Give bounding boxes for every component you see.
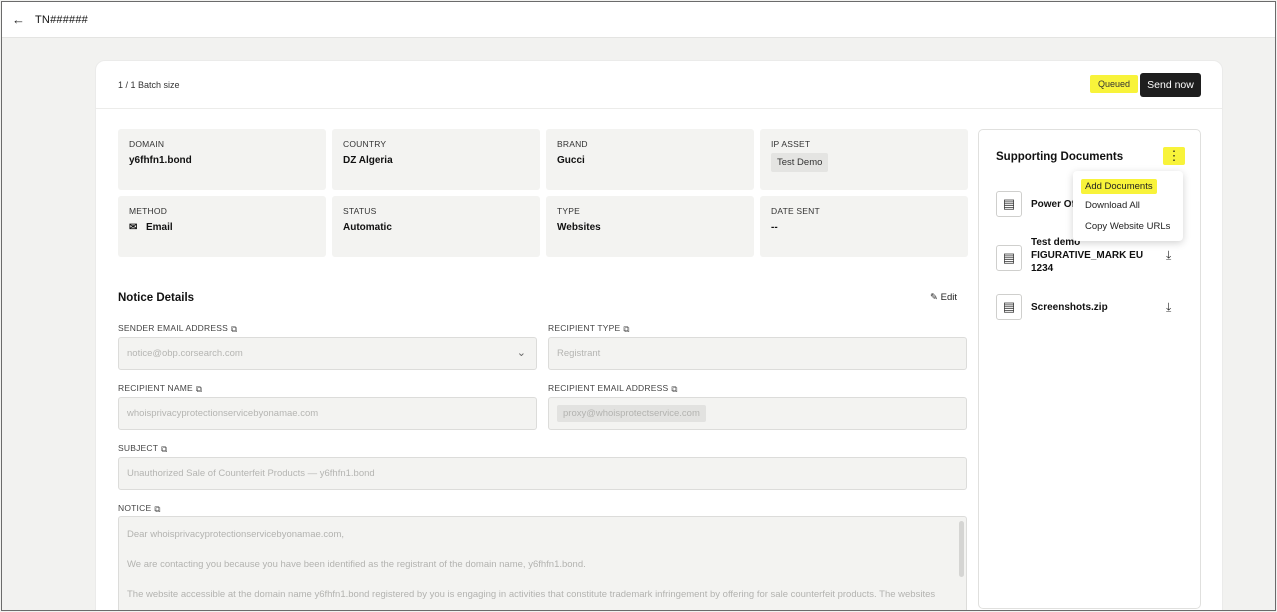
pencil-icon: ✎ <box>930 292 938 303</box>
recipient-name-field[interactable]: whoisprivacyprotectionservicebyonamae.co… <box>118 397 537 430</box>
brand-label: BRAND <box>557 139 588 149</box>
copy-website-urls-item[interactable]: Copy Website URLs <box>1085 221 1170 232</box>
document-name: Test demo FIGURATIVE_MARK EU 1234 <box>1031 237 1144 274</box>
document-icon: ▤ <box>996 245 1022 271</box>
scrollbar[interactable] <box>959 521 964 577</box>
edit-label: Edit <box>940 292 957 303</box>
recipient-type-value: Registrant <box>557 348 601 359</box>
page-title: TN###### <box>35 14 88 26</box>
sender-email-select[interactable]: notice@obp.corsearch.com ⌄ <box>118 337 537 370</box>
notice-label: NOTICE ⧉ <box>118 503 161 515</box>
date-sent-label: DATE SENT <box>771 206 820 216</box>
copy-icon[interactable]: ⧉ <box>231 324 237 335</box>
download-all-item[interactable]: Download All <box>1085 200 1140 211</box>
top-bar: ← TN###### <box>2 2 1275 38</box>
date-sent-value: -- <box>771 222 778 233</box>
type-value: Websites <box>557 222 601 233</box>
status-badge: Queued <box>1090 75 1138 93</box>
recipient-type-label: RECIPIENT TYPE ⧉ <box>548 323 630 335</box>
download-icon[interactable]: ⤓ <box>1166 300 1171 315</box>
card-header: 1 / 1 Batch size Queued Send now <box>96 61 1222 109</box>
recipient-email-chip: proxy@whoisprotectservice.com <box>557 405 706 422</box>
method-box: METHOD ✉ Email <box>118 196 326 257</box>
batch-size-label: 1 / 1 Batch size <box>118 80 180 90</box>
sender-email-label: SENDER EMAIL ADDRESS ⧉ <box>118 323 238 335</box>
ip-asset-label: IP ASSET <box>771 139 811 149</box>
domain-box: DOMAIN y6fhfn1.bond <box>118 129 326 190</box>
copy-icon[interactable]: ⧉ <box>196 384 202 395</box>
document-name: Power Of <box>1031 199 1075 210</box>
notice-textarea[interactable]: Dear whoisprivacyprotectionservicebyonam… <box>118 516 967 610</box>
more-options-icon[interactable]: ⋮ <box>1163 147 1185 165</box>
date-sent-box: DATE SENT -- <box>760 196 968 257</box>
envelope-icon: ✉ <box>129 222 138 233</box>
status-box: STATUS Automatic <box>332 196 540 257</box>
type-box: TYPE Websites <box>546 196 754 257</box>
send-now-button[interactable]: Send now <box>1140 73 1201 97</box>
notice-details-title: Notice Details <box>118 292 195 304</box>
chevron-down-icon: ⌄ <box>516 347 526 359</box>
country-box: COUNTRY DZ Algeria <box>332 129 540 190</box>
domain-value: y6fhfn1.bond <box>129 155 192 166</box>
copy-icon[interactable]: ⧉ <box>623 324 629 335</box>
notice-line: We are contacting you because you have b… <box>127 559 586 570</box>
supporting-documents-title: Supporting Documents <box>996 151 1124 163</box>
ip-asset-tag: Test Demo <box>771 153 829 172</box>
country-value: DZ Algeria <box>343 155 393 166</box>
subject-label: SUBJECT ⧉ <box>118 443 168 455</box>
copy-icon[interactable]: ⧉ <box>161 444 167 455</box>
document-icon: ▤ <box>996 294 1022 320</box>
sender-email-value: notice@obp.corsearch.com <box>127 348 243 359</box>
brand-value: Gucci <box>557 155 585 166</box>
notice-line: The website accessible at the domain nam… <box>127 589 936 600</box>
arrow-left-icon[interactable]: ← <box>12 12 25 27</box>
recipient-name-value: whoisprivacyprotectionservicebyonamae.co… <box>127 408 319 419</box>
ip-asset-box: IP ASSET Test Demo <box>760 129 968 190</box>
recipient-type-field[interactable]: Registrant <box>548 337 967 370</box>
notice-card: 1 / 1 Batch size Queued Send now DOMAIN … <box>95 60 1223 610</box>
download-icon[interactable]: ⤓ <box>1166 248 1171 263</box>
recipient-email-label: RECIPIENT EMAIL ADDRESS ⧉ <box>548 383 678 395</box>
copy-icon[interactable]: ⧉ <box>154 504 160 515</box>
type-label: TYPE <box>557 206 581 216</box>
subject-field[interactable]: Unauthorized Sale of Counterfeit Product… <box>118 457 967 490</box>
document-name: Screenshots.zip <box>1031 302 1108 313</box>
document-item[interactable]: ▤ Screenshots.zip ⤓ <box>996 294 1186 324</box>
notice-line: Dear whoisprivacyprotectionservicebyonam… <box>127 529 345 540</box>
domain-label: DOMAIN <box>129 139 165 149</box>
edit-button[interactable]: ✎ Edit <box>930 292 957 303</box>
status-label: STATUS <box>343 206 377 216</box>
recipient-name-label: RECIPIENT NAME ⧉ <box>118 383 203 395</box>
document-icon: ▤ <box>996 191 1022 217</box>
method-value: Email <box>146 222 173 233</box>
subject-value: Unauthorized Sale of Counterfeit Product… <box>127 468 375 479</box>
documents-options-menu: Add Documents Download All Copy Website … <box>1073 171 1183 241</box>
method-label: METHOD <box>129 206 168 216</box>
app-window: ← TN###### 1 / 1 Batch size Queued Send … <box>1 1 1276 611</box>
recipient-email-field[interactable]: proxy@whoisprotectservice.com <box>548 397 967 430</box>
add-documents-item[interactable]: Add Documents <box>1081 179 1157 194</box>
status-value: Automatic <box>343 222 392 233</box>
brand-box: BRAND Gucci <box>546 129 754 190</box>
copy-icon[interactable]: ⧉ <box>671 384 677 395</box>
country-label: COUNTRY <box>343 139 387 149</box>
